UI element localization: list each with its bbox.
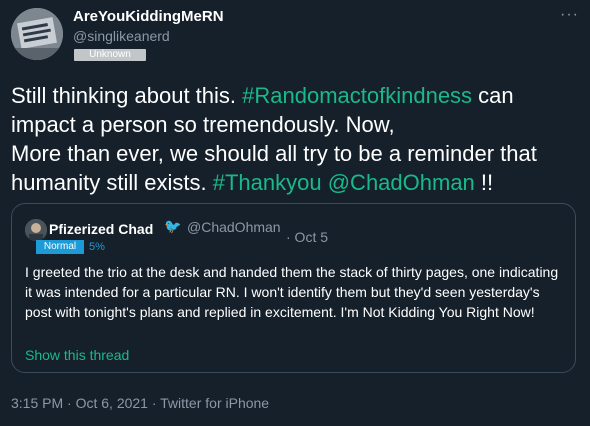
author-label-badge: Unknown xyxy=(74,49,146,61)
show-thread-link[interactable]: Show this thread xyxy=(25,347,129,363)
quoted-author-display-name[interactable]: Pfizerized Chad xyxy=(49,221,153,237)
author-handle[interactable]: @singlikeanerd xyxy=(73,28,170,44)
mention-link[interactable]: @ChadOhman xyxy=(328,170,475,195)
author-display-name[interactable]: AreYouKiddingMeRN xyxy=(73,8,224,25)
tweet-text-part: !! xyxy=(474,170,494,195)
author-avatar[interactable] xyxy=(11,8,63,60)
hashtag-link[interactable]: #Thankyou xyxy=(213,170,322,195)
hashtag-link[interactable]: #Randomactofkindness xyxy=(242,83,472,108)
tweet-text-part: Still thinking about this. xyxy=(11,83,243,108)
quoted-label-badge: Normal xyxy=(36,240,84,254)
quoted-body-text: I greeted the trio at the desk and hande… xyxy=(25,264,559,320)
quoted-author-handle[interactable]: @ChadOhman xyxy=(187,219,281,235)
quoted-date[interactable]: · Oct 5 xyxy=(286,229,328,245)
quoted-percent: 5% xyxy=(89,241,105,253)
tweet-timestamp[interactable]: 3:15 PM · Oct 6, 2021 · Twitter for iPho… xyxy=(11,395,269,411)
more-options-icon[interactable]: ··· xyxy=(560,6,579,24)
bird-icon: 🐦 xyxy=(164,218,182,234)
quoted-author-avatar[interactable] xyxy=(25,219,47,241)
quoted-tweet-card[interactable]: Pfizerized Chad 🐦 @ChadOhman · Oct 5 Nor… xyxy=(11,203,576,373)
tweet-text: Still thinking about this. #Randomactofk… xyxy=(11,81,581,197)
